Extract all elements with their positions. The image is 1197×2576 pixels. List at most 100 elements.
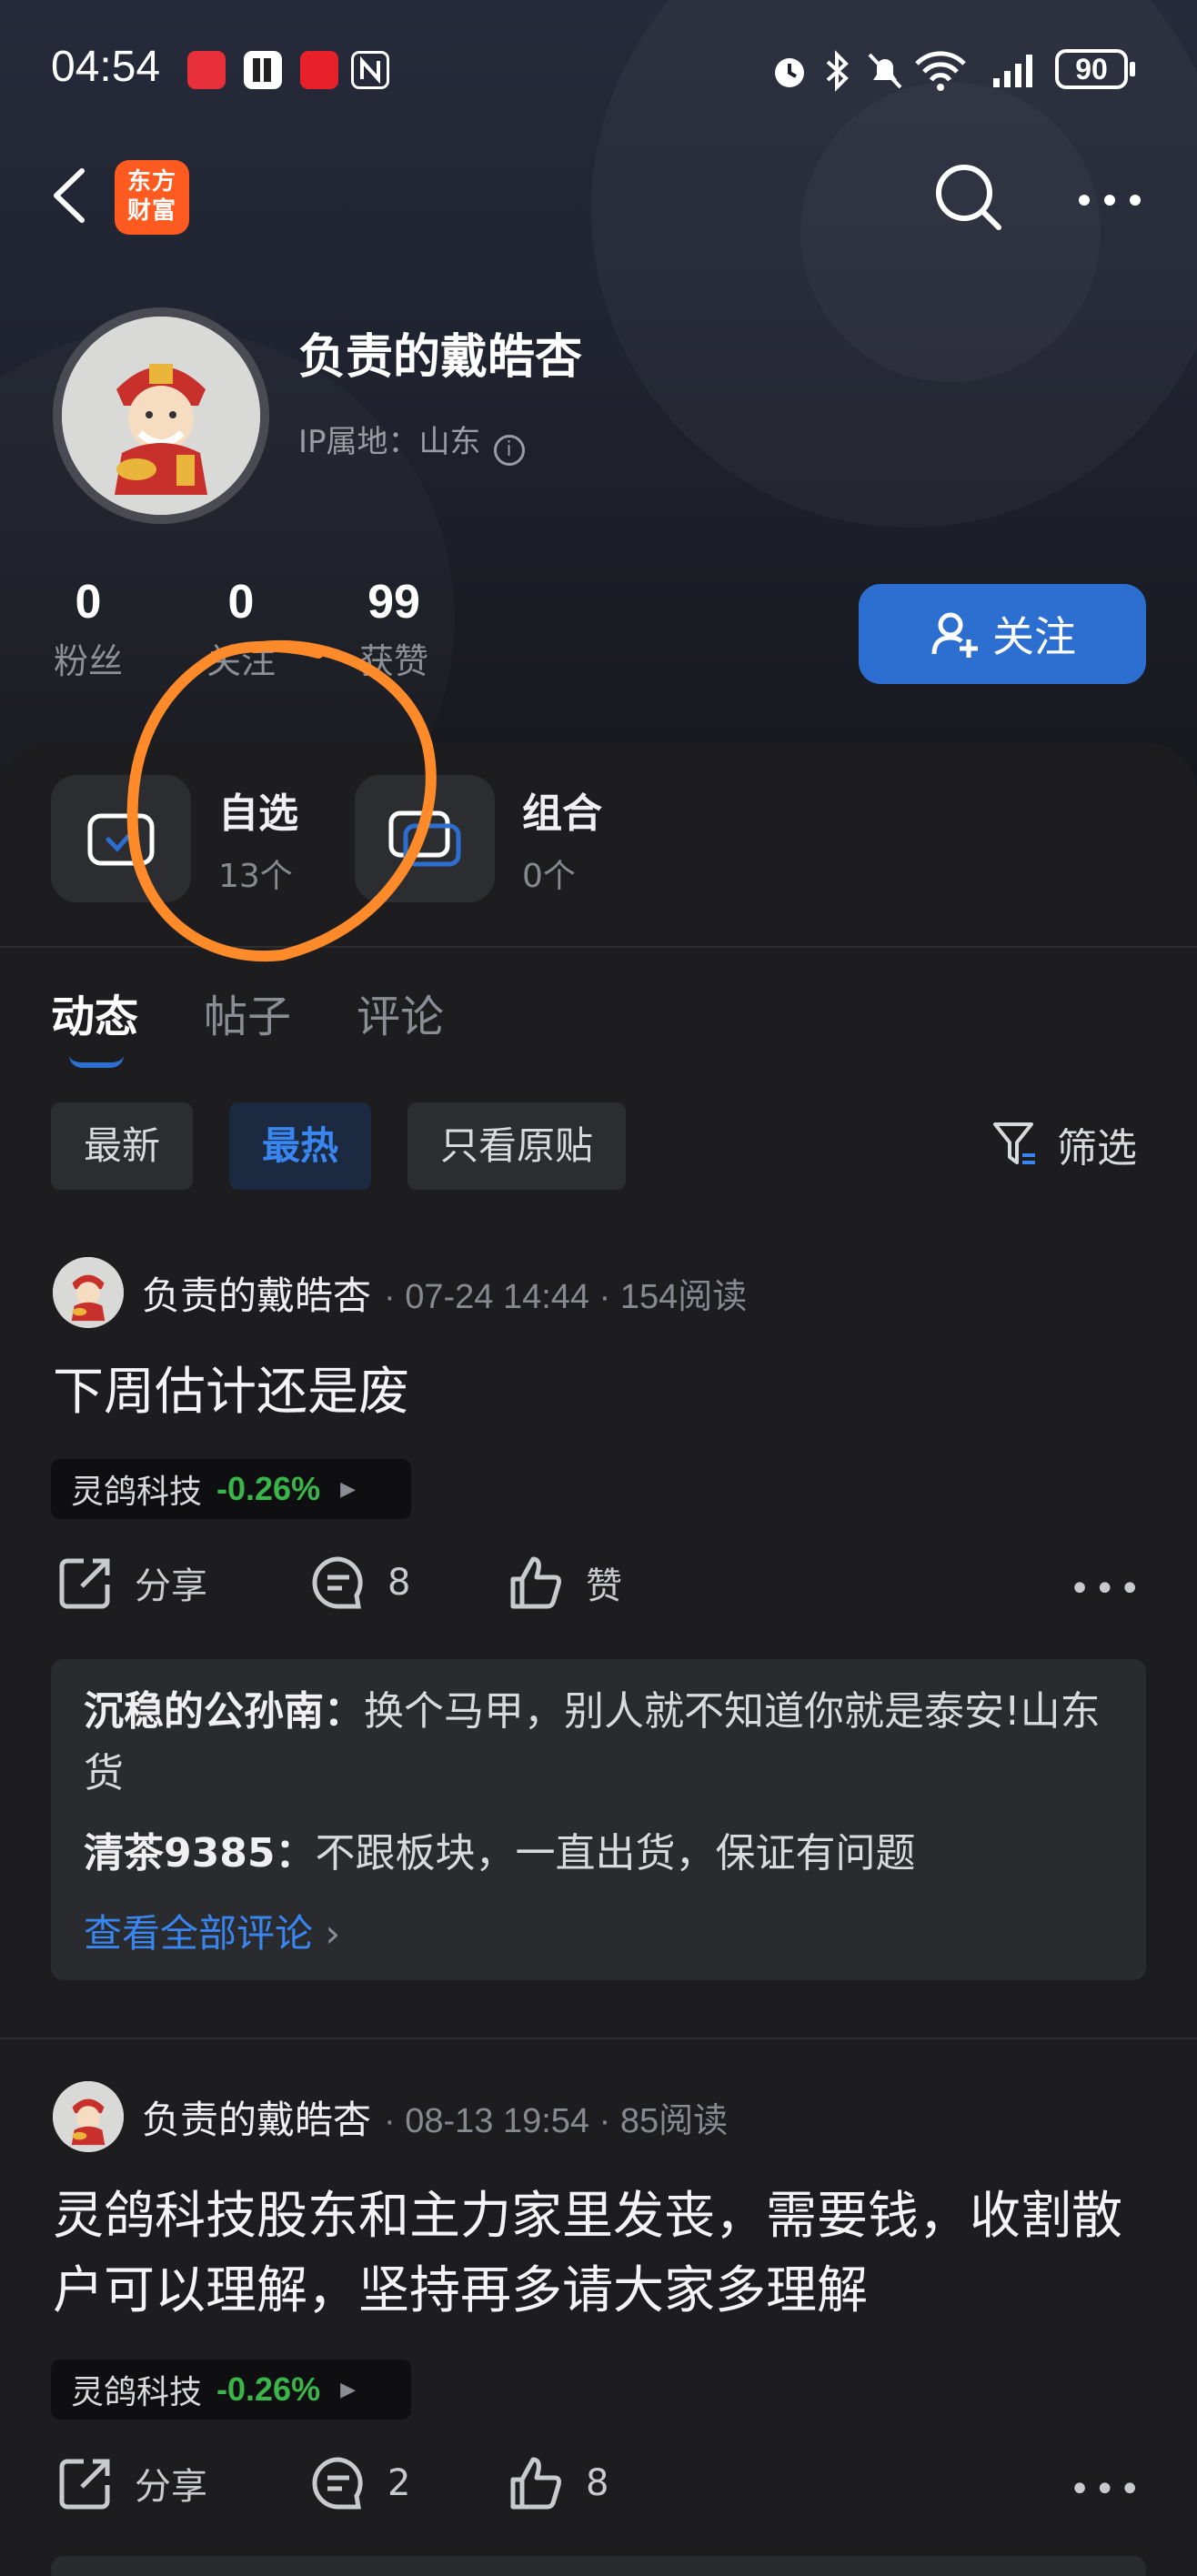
see-all-comments-link[interactable]: 查看全部评论 › <box>84 1903 1113 1958</box>
share-icon <box>59 2459 110 2510</box>
post-more-icon[interactable]: ••• <box>1069 1568 1144 1610</box>
share-button[interactable]: 分享 <box>56 2454 207 2512</box>
avatar[interactable] <box>53 1257 124 1328</box>
comment-icon <box>312 1556 363 1609</box>
chip-latest[interactable]: 最新 <box>51 1102 194 1190</box>
huawei-app-icon <box>187 51 226 89</box>
watchlist-count: 13个 <box>218 858 293 895</box>
post-more-icon[interactable]: ••• <box>1069 2469 1144 2511</box>
tab-activity[interactable]: 动态 <box>51 981 138 1068</box>
status-time: 04:54 <box>51 43 161 91</box>
portfolio-icon-wrap <box>355 775 495 902</box>
chip-hottest[interactable]: 最热 <box>229 1102 372 1190</box>
watchlist-title: 自选 <box>218 790 298 837</box>
add-user-icon <box>931 612 978 658</box>
tab-bar: 动态 帖子 评论 <box>51 981 444 1068</box>
comment-count: 2 <box>387 2462 411 2504</box>
tab-comments[interactable]: 评论 <box>357 981 444 1044</box>
watchlist-card[interactable]: 自选 13个 <box>51 775 298 902</box>
comment-button[interactable]: 8 <box>309 1554 410 1612</box>
post-author[interactable]: 负责的戴皓杏 <box>142 2089 371 2145</box>
stat-following[interactable]: 0 关注 <box>182 575 300 683</box>
comments-preview[interactable] <box>51 2556 1146 2576</box>
mute-icon <box>868 53 902 89</box>
avatar[interactable] <box>53 2081 124 2152</box>
stat-value: 99 <box>367 576 420 629</box>
comment-text: 不跟板块，一直出货，保证有问题 <box>315 1830 916 1877</box>
shield-app-icon <box>244 51 282 89</box>
post-body[interactable]: 下周估计还是废 <box>53 1355 1144 1430</box>
portfolio-card[interactable]: 组合 0个 <box>355 775 602 902</box>
share-label: 分享 <box>135 2466 207 2508</box>
comments-preview[interactable]: 沉稳的公孙南：换个马甲，别人就不知道你就是泰安!山东货 清茶9385：不跟板块，… <box>51 1659 1146 1980</box>
post-body[interactable]: 灵鸽科技股东和主力家里发丧，需要钱，收割散户可以理解，坚持再多请大家多理解 <box>53 2179 1144 2329</box>
red-app-icon <box>300 51 338 89</box>
app-logo[interactable]: 东方 财富 <box>115 160 189 235</box>
like-button[interactable]: 赞 <box>508 1554 622 1612</box>
post-meta: · 07-24 14:44 · 154阅读 <box>384 1277 748 1316</box>
search-button[interactable] <box>928 156 1010 238</box>
comment-icon <box>312 2457 363 2510</box>
comment-button[interactable]: 2 <box>309 2454 410 2512</box>
share-label: 分享 <box>135 1565 207 1607</box>
stat-followers[interactable]: 0 粉丝 <box>29 575 147 683</box>
alarm-icon <box>775 58 804 87</box>
more-options-button[interactable] <box>1073 173 1146 227</box>
funnel-icon <box>993 1122 1035 1164</box>
chevron-right-icon: › <box>325 1911 341 1956</box>
divider <box>0 2038 1197 2039</box>
comment-item: 沉稳的公孙南：换个马甲，别人就不知道你就是泰安!山东货 <box>84 1681 1113 1805</box>
filter-label: 筛选 <box>1057 1125 1137 1172</box>
follow-label: 关注 <box>992 612 1076 661</box>
post-actions: 分享 8 赞 ••• <box>53 1554 1144 1626</box>
comment-user[interactable]: 沉稳的公孙南： <box>84 1688 364 1735</box>
filter-button[interactable]: 筛选 <box>991 1115 1137 1173</box>
like-count: 8 <box>586 2462 609 2504</box>
watchlist-icon-wrap <box>51 775 191 902</box>
info-icon[interactable]: i <box>493 435 525 466</box>
stock-tag[interactable]: 灵鸽科技 -0.26% ▶ <box>51 2360 411 2420</box>
stat-value: 0 <box>227 576 255 629</box>
like-button[interactable]: 8 <box>508 2454 609 2512</box>
search-icon <box>936 165 1001 230</box>
nfc-icon <box>351 51 389 89</box>
checked-box-icon <box>87 813 155 866</box>
stat-likes[interactable]: 99 获赞 <box>335 575 453 683</box>
stat-value: 0 <box>75 576 102 629</box>
logo-text-line2: 财富 <box>126 197 176 225</box>
stock-name: 灵鸽科技 <box>71 1474 203 1511</box>
post-header: 负责的戴皓杏 · 08-13 19:54 · 85阅读 <box>53 2081 728 2152</box>
bluetooth-icon <box>826 50 849 92</box>
stock-tag[interactable]: 灵鸽科技 -0.26% ▶ <box>51 1459 411 1519</box>
chip-original-only[interactable]: 只看原贴 <box>407 1102 627 1190</box>
tab-posts[interactable]: 帖子 <box>204 981 291 1044</box>
profile-avatar[interactable] <box>53 307 269 524</box>
play-arrow-icon: ▶ <box>340 2378 357 2401</box>
share-button[interactable]: 分享 <box>56 1554 207 1612</box>
follow-button[interactable]: 关注 <box>859 584 1146 684</box>
profile-name: 负责的戴皓杏 <box>298 330 583 385</box>
signal-icon <box>993 55 1032 87</box>
comment-count: 8 <box>387 1562 411 1604</box>
comment-user[interactable]: 清茶9385： <box>84 1830 315 1877</box>
divider <box>0 946 1197 948</box>
share-icon <box>59 1558 110 1609</box>
battery-indicator: 90 <box>1055 49 1135 89</box>
thumbs-up-icon <box>510 2457 561 2510</box>
post-author[interactable]: 负责的戴皓杏 <box>142 1265 371 1321</box>
portfolio-icon <box>388 810 461 867</box>
stat-label: 关注 <box>206 641 276 681</box>
comment-item: 清茶9385：不跟板块，一直出货，保证有问题 <box>84 1823 1113 1885</box>
logo-text-line1: 东方 <box>126 168 176 196</box>
stat-label: 获赞 <box>358 641 428 681</box>
back-button[interactable] <box>44 164 98 227</box>
post-header: 负责的戴皓杏 · 07-24 14:44 · 154阅读 <box>53 1257 747 1328</box>
stock-change: -0.26% <box>216 2370 321 2408</box>
like-label: 赞 <box>586 1565 622 1607</box>
more-dots-icon <box>1079 195 1141 206</box>
portfolio-count: 0个 <box>522 858 576 895</box>
status-bar: 04:54 90 <box>0 36 1197 109</box>
caishen-avatar-icon <box>53 2081 124 2152</box>
stock-change: -0.26% <box>216 1470 321 1507</box>
caishen-avatar-icon <box>62 317 260 515</box>
